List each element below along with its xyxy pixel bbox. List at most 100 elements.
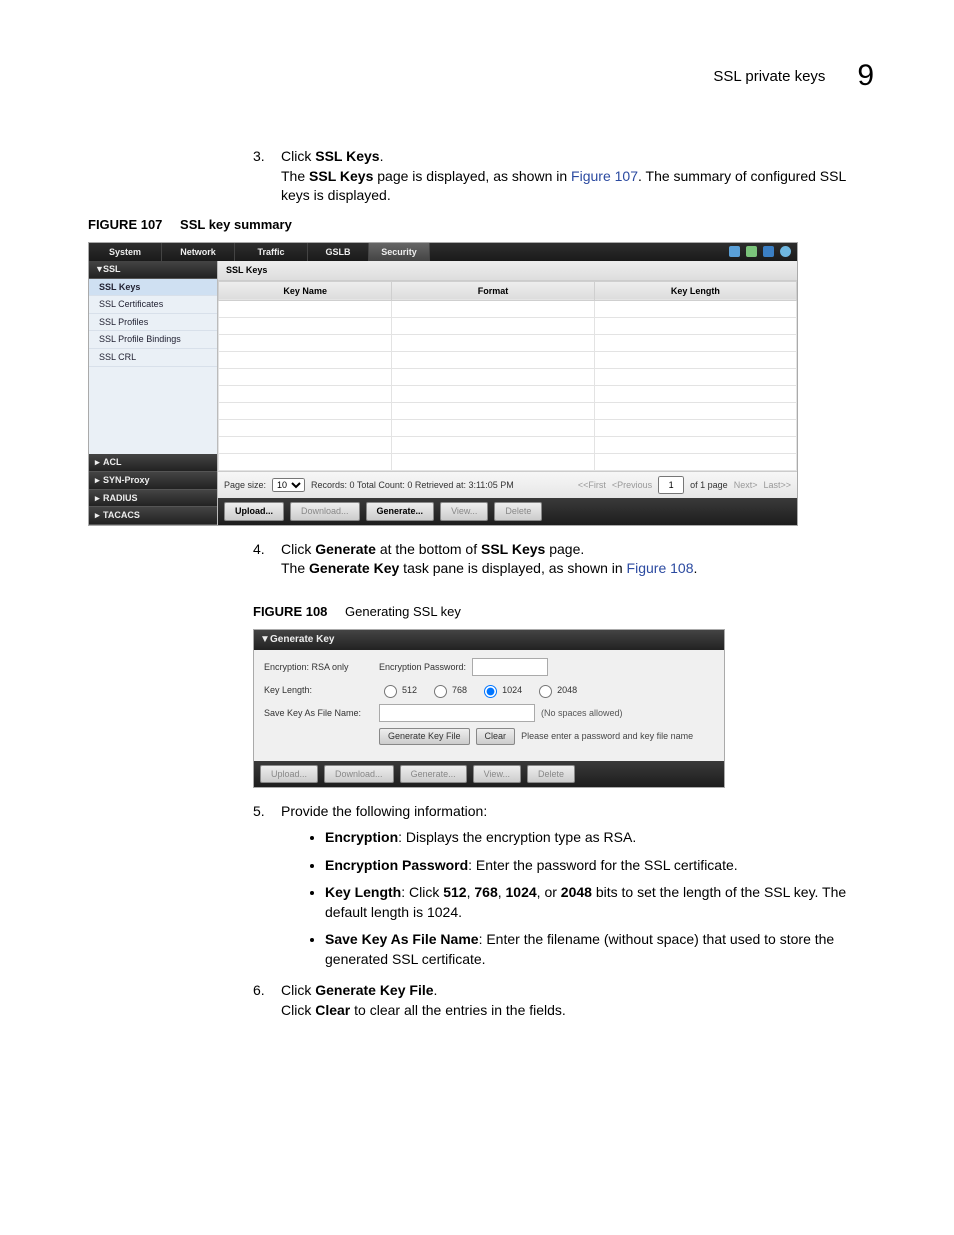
- download-button[interactable]: Download...: [324, 765, 394, 784]
- help-icon[interactable]: [780, 246, 791, 257]
- text: The: [281, 168, 309, 184]
- sidebar-item-ssl-profile-bindings[interactable]: SSL Profile Bindings: [89, 331, 217, 349]
- text: page.: [545, 541, 584, 557]
- refresh-icon[interactable]: [746, 246, 757, 257]
- figure-107-screenshot: System Network Traffic GSLB Security ▼SS…: [88, 242, 798, 526]
- page-size-label: Page size:: [224, 479, 266, 492]
- download-button[interactable]: Download...: [290, 502, 360, 521]
- pushpin-icon[interactable]: [729, 246, 740, 257]
- step-number: 4.: [253, 540, 281, 579]
- clear-term: Clear: [315, 1002, 350, 1018]
- save-key-as-label: Save Key As File Name:: [264, 707, 379, 720]
- sidebar: ▼SSL SSL Keys SSL Certificates SSL Profi…: [89, 261, 218, 525]
- figure-107-link[interactable]: Figure 107: [571, 168, 638, 184]
- table-row: [219, 420, 797, 437]
- sidebar-item-ssl-profiles[interactable]: SSL Profiles: [89, 314, 217, 332]
- table-row: [219, 403, 797, 420]
- tab-gslb[interactable]: GSLB: [308, 243, 369, 261]
- tab-network[interactable]: Network: [162, 243, 235, 261]
- pager-page-input[interactable]: [658, 476, 684, 494]
- figure-108-screenshot: ▼Generate Key Encryption: RSA only Encry…: [253, 629, 725, 788]
- encryption-password-input[interactable]: [472, 658, 548, 676]
- sidebar-section-acl[interactable]: ▸ACL: [89, 454, 217, 472]
- page-size-select[interactable]: 10: [272, 478, 305, 492]
- ssl-keys-term: SSL Keys: [315, 148, 379, 164]
- breadcrumb: SSL Keys: [218, 261, 797, 281]
- tab-system[interactable]: System: [89, 243, 162, 261]
- col-key-name[interactable]: Key Name: [219, 281, 392, 301]
- key-length-768-radio[interactable]: [434, 685, 447, 698]
- sidebar-section-syn-proxy[interactable]: ▸SYN-Proxy: [89, 472, 217, 490]
- col-key-length[interactable]: Key Length: [594, 281, 796, 301]
- ssl-keys-term: SSL Keys: [481, 541, 545, 557]
- pager-next[interactable]: Next>: [734, 479, 758, 492]
- no-spaces-note: (No spaces allowed): [541, 707, 623, 720]
- bullet-encryption-password: Encryption Password: Enter the password …: [325, 856, 874, 876]
- col-format[interactable]: Format: [392, 281, 594, 301]
- step-5-intro: Provide the following information:: [281, 803, 487, 819]
- pager-prev[interactable]: <Previous: [612, 479, 652, 492]
- hint-text: Please enter a password and key file nam…: [521, 730, 693, 743]
- tab-traffic[interactable]: Traffic: [235, 243, 308, 261]
- top-nav: System Network Traffic GSLB Security: [89, 243, 797, 261]
- save-icon[interactable]: [763, 246, 774, 257]
- text: page is displayed, as shown in: [373, 168, 571, 184]
- text: Click: [281, 1002, 315, 1018]
- sidebar-section-tacacs[interactable]: ▸TACACS: [89, 507, 217, 525]
- upload-button[interactable]: Upload...: [260, 765, 318, 784]
- generate-key-term: Generate Key: [309, 560, 399, 576]
- ssl-keys-term: SSL Keys: [309, 168, 373, 184]
- sidebar-item-ssl-crl[interactable]: SSL CRL: [89, 349, 217, 367]
- generate-key-file-button[interactable]: Generate Key File: [379, 728, 470, 745]
- generate-key-header[interactable]: ▼Generate Key: [254, 630, 724, 650]
- delete-button[interactable]: Delete: [527, 765, 575, 784]
- text: at the bottom of: [376, 541, 481, 557]
- text: .: [434, 982, 438, 998]
- table-row: [219, 437, 797, 454]
- sidebar-section-radius[interactable]: ▸RADIUS: [89, 490, 217, 508]
- pager: Page size: 10 Records: 0 Total Count: 0 …: [218, 471, 797, 498]
- step-6: 6. Click Generate Key File. Click Clear …: [253, 981, 874, 1020]
- chapter-number: 9: [857, 59, 874, 92]
- key-length-512-radio[interactable]: [384, 685, 397, 698]
- figure-title: Generating SSL key: [345, 604, 461, 619]
- text: Click: [281, 148, 315, 164]
- figure-108-caption: FIGURE 108 Generating SSL key: [253, 603, 874, 621]
- pager-last[interactable]: Last>>: [763, 479, 791, 492]
- bullet-save-key-as: Save Key As File Name: Enter the filenam…: [325, 930, 874, 969]
- save-key-as-input[interactable]: [379, 704, 535, 722]
- toolbar: Upload... Download... Generate... View..…: [218, 498, 797, 525]
- step-number: 6.: [253, 981, 281, 1020]
- sidebar-section-ssl[interactable]: ▼SSL: [89, 261, 217, 279]
- text: task pane is displayed, as shown in: [399, 560, 626, 576]
- view-button[interactable]: View...: [440, 502, 488, 521]
- clear-button[interactable]: Clear: [476, 728, 516, 745]
- pager-of: of 1 page: [690, 479, 728, 492]
- text: .: [693, 560, 697, 576]
- delete-button[interactable]: Delete: [494, 502, 542, 521]
- sidebar-item-ssl-certificates[interactable]: SSL Certificates: [89, 296, 217, 314]
- generate-button[interactable]: Generate...: [400, 765, 467, 784]
- figure-title: SSL key summary: [180, 217, 292, 232]
- generate-term: Generate: [315, 541, 376, 557]
- encryption-password-label: Encryption Password:: [379, 661, 466, 674]
- page-header: SSL private keys 9: [88, 55, 874, 97]
- text: .: [380, 148, 384, 164]
- generate-button[interactable]: Generate...: [366, 502, 435, 521]
- step-4: 4. Click Generate at the bottom of SSL K…: [253, 540, 874, 1021]
- pager-first[interactable]: <<First: [578, 479, 606, 492]
- key-length-2048-radio[interactable]: [539, 685, 552, 698]
- view-button[interactable]: View...: [473, 765, 521, 784]
- figure-label: FIGURE 108: [253, 604, 327, 619]
- table-row: [219, 369, 797, 386]
- key-length-1024-radio[interactable]: [484, 685, 497, 698]
- tab-security[interactable]: Security: [369, 243, 430, 261]
- toolbar: Upload... Download... Generate... View..…: [254, 761, 724, 788]
- sidebar-item-ssl-keys[interactable]: SSL Keys: [89, 279, 217, 297]
- bullet-key-length: Key Length: Click 512, 768, 1024, or 204…: [325, 883, 874, 922]
- step-number: 5.: [253, 802, 281, 981]
- step-number: 3.: [253, 147, 281, 206]
- upload-button[interactable]: Upload...: [224, 502, 284, 521]
- text: Click: [281, 982, 315, 998]
- figure-108-link[interactable]: Figure 108: [627, 560, 694, 576]
